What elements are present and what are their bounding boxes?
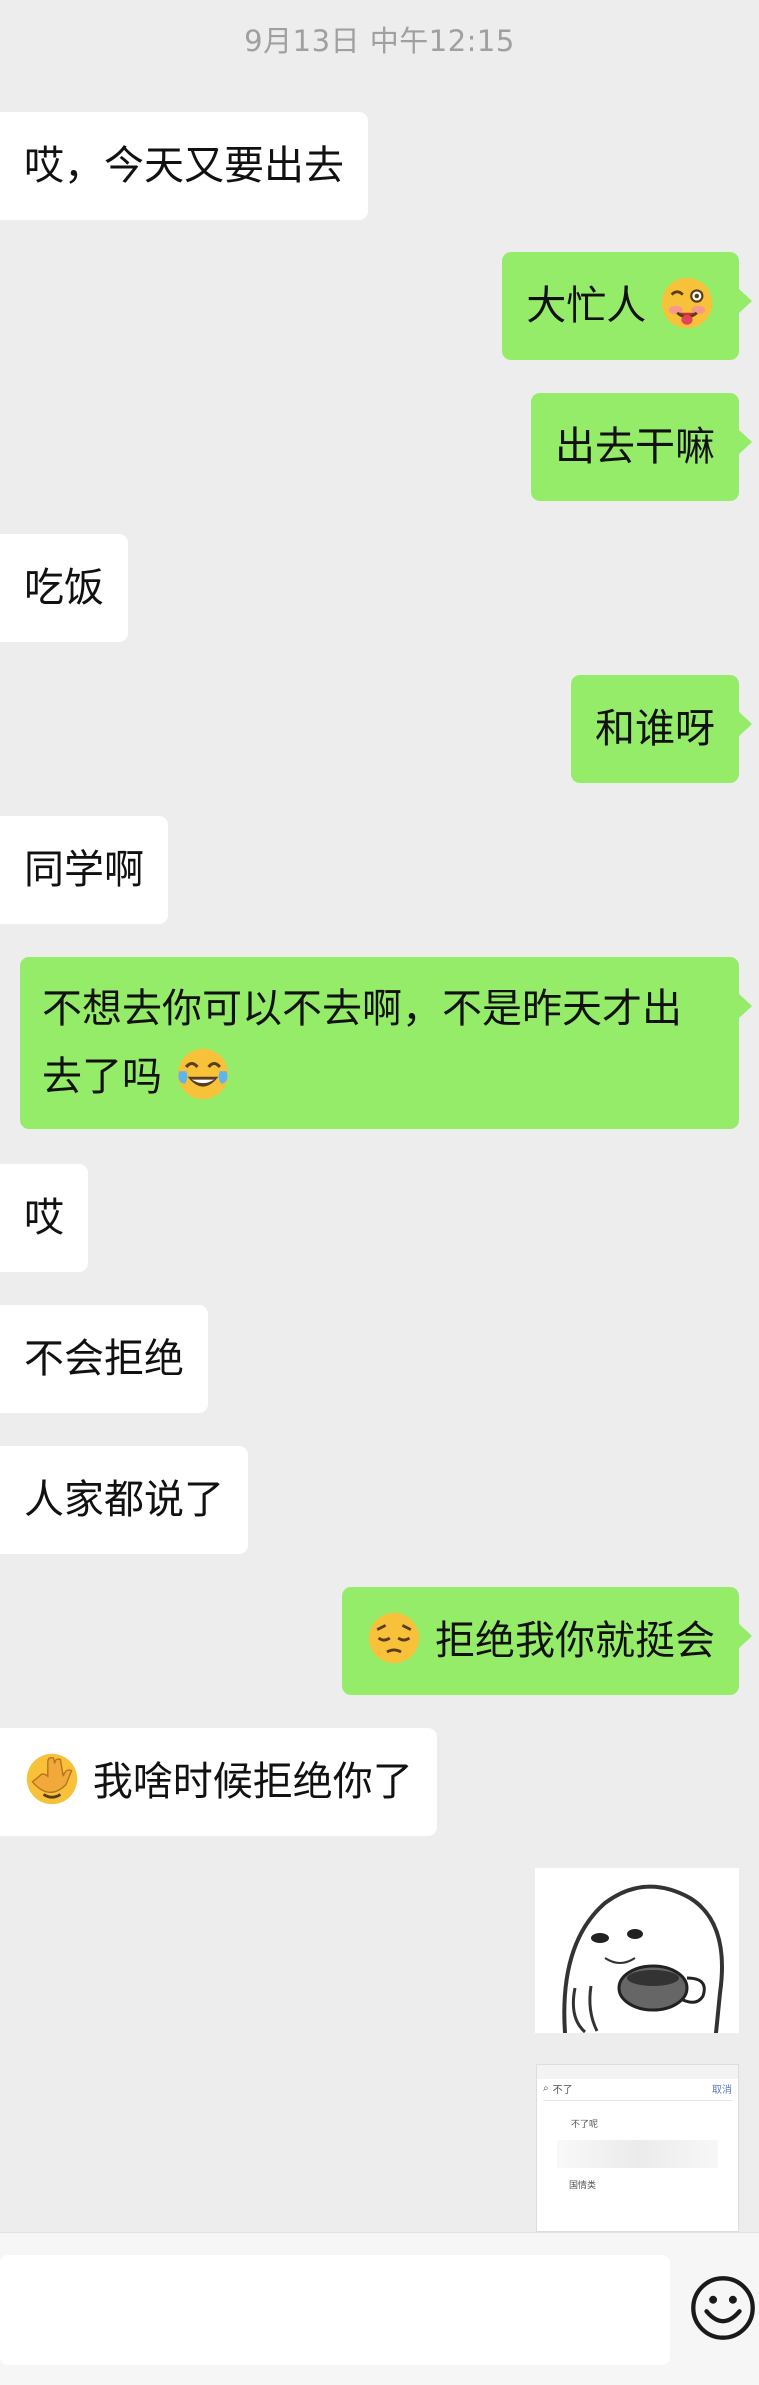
tongue-wink-emoji-icon xyxy=(661,277,713,329)
search-icon: ⌕ xyxy=(543,2083,549,2094)
message-timestamp: 9月13日 中午12:15 xyxy=(244,24,515,58)
message-bubble-outgoing[interactable]: 出去干嘛 xyxy=(531,393,752,501)
screenshot-line: 不了呢 xyxy=(571,2120,599,2130)
message-text: 哎，今天又要出去 xyxy=(24,143,344,189)
screenshot-search-text: 不了 xyxy=(552,2085,573,2096)
divider xyxy=(543,2100,732,2101)
message-bubble-incoming[interactable]: 不会拒绝 xyxy=(0,1305,208,1413)
message-text: 大忙人 xyxy=(526,283,647,329)
screenshot-blurred-area xyxy=(557,2140,718,2168)
message-bubble-incoming[interactable]: 哎 xyxy=(0,1164,88,1272)
screenshot-image-message[interactable]: ⌕ 不了 取消 不了呢 国情类 xyxy=(536,2064,739,2232)
message-text: 拒绝我你就挺会 xyxy=(435,1618,715,1664)
message-text: 吃饭 xyxy=(24,565,104,611)
message-bubble-outgoing[interactable]: 和谁呀 xyxy=(571,675,752,783)
message-bubble-incoming[interactable]: 人家都说了 xyxy=(0,1446,248,1554)
pensive-emoji-icon xyxy=(369,1612,420,1664)
message-text: 和谁呀 xyxy=(595,706,715,752)
message-bubble-outgoing[interactable]: 拒绝我你就挺会 xyxy=(342,1587,752,1695)
tears-of-joy-emoji-icon xyxy=(177,1048,228,1100)
message-text: 人家都说了 xyxy=(24,1477,224,1523)
message-bubble-incoming[interactable]: 哎，今天又要出去 xyxy=(0,112,368,220)
sticker-image-message[interactable] xyxy=(535,1868,739,2033)
screenshot-search-row: ⌕ 不了 取消 xyxy=(537,2079,738,2098)
message-text: 不想去你可以不去啊，不是昨天才出去了吗 xyxy=(42,986,682,1100)
message-text: 不会拒绝 xyxy=(24,1336,184,1382)
message-input[interactable] xyxy=(0,2255,670,2365)
message-bubble-incoming[interactable]: 同学啊 xyxy=(0,816,168,924)
message-text: 同学啊 xyxy=(24,847,144,893)
message-bubble-outgoing[interactable]: 不想去你可以不去啊，不是昨天才出去了吗 xyxy=(20,957,752,1129)
screenshot-cancel-label: 取消 xyxy=(712,2085,732,2096)
message-text: 出去干嘛 xyxy=(555,424,715,470)
facepalm-emoji-icon xyxy=(26,1753,78,1805)
message-bubble-incoming[interactable]: 吃饭 xyxy=(0,534,128,642)
message-text: 我啥时候拒绝你了 xyxy=(92,1759,413,1805)
screenshot-status-bar xyxy=(537,2065,738,2079)
message-text: 哎 xyxy=(24,1195,64,1241)
screenshot-line: 国情类 xyxy=(569,2181,597,2191)
message-bubble-incoming[interactable]: 我啥时候拒绝你了 xyxy=(0,1728,437,1836)
message-bubble-outgoing[interactable]: 大忙人 xyxy=(502,252,752,360)
sticker-drawing xyxy=(535,1868,739,2033)
smiley-icon[interactable] xyxy=(690,2275,756,2341)
chat-input-bar xyxy=(0,2232,759,2385)
